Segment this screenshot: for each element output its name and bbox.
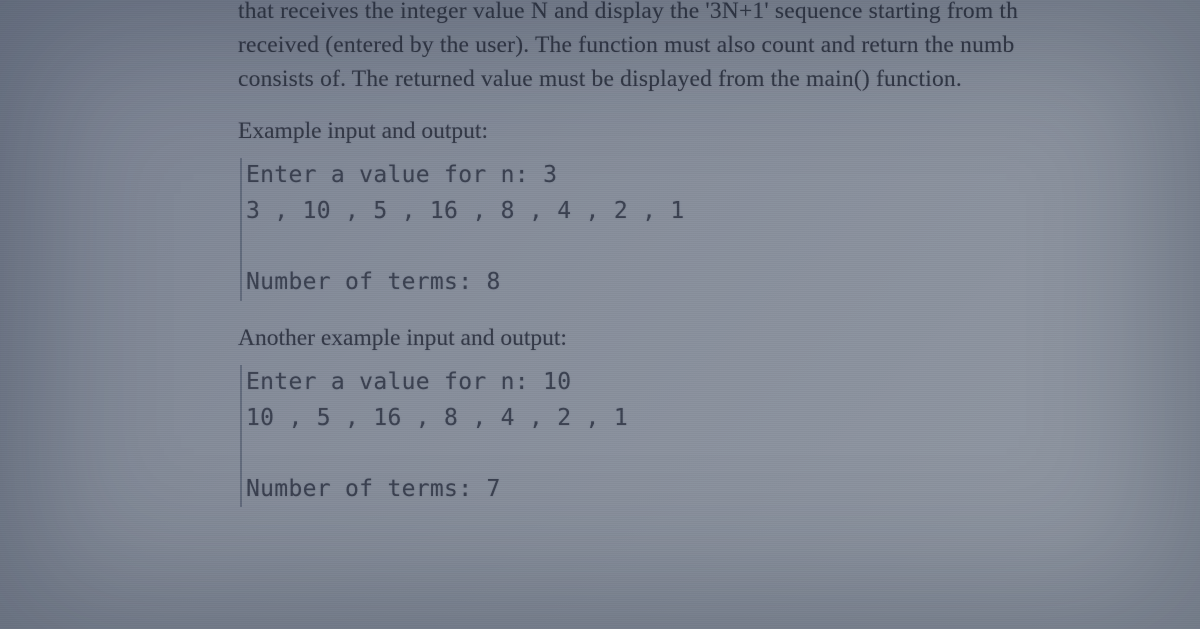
example-2-block: Enter a value for n: 1010 , 5 , 16 , 8 ,… — [240, 365, 1200, 508]
example-1-prompt: Enter a value for n: 3 — [246, 158, 1200, 194]
problem-line-1: that receives the integer value N and di… — [238, 0, 1018, 24]
document-page: that receives the integer value N and di… — [0, 0, 1200, 629]
example-2-label: Another example input and output: — [238, 321, 1200, 355]
blank-row — [246, 436, 1200, 472]
example-1-sequence: 3 , 10 , 5 , 16 , 8 , 4 , 2 , 1 — [246, 194, 1200, 230]
problem-line-2: received (entered by the user). The func… — [238, 32, 1014, 58]
problem-line-3: consists of. The returned value must be … — [238, 66, 962, 92]
example-2-prompt: Enter a value for n: 10 — [246, 365, 1200, 401]
example-2-terms: Number of terms: 7 — [246, 472, 1200, 508]
example-1-block: Enter a value for n: 33 , 10 , 5 , 16 , … — [240, 158, 1200, 301]
document-content: that receives the integer value N and di… — [238, 0, 1200, 507]
example-1-label: Example input and output: — [238, 114, 1200, 148]
example-1-terms: Number of terms: 8 — [246, 265, 1200, 301]
blank-row — [246, 230, 1200, 266]
example-2-sequence: 10 , 5 , 16 , 8 , 4 , 2 , 1 — [246, 401, 1200, 437]
problem-paragraph: that receives the integer value N and di… — [238, 0, 1200, 96]
